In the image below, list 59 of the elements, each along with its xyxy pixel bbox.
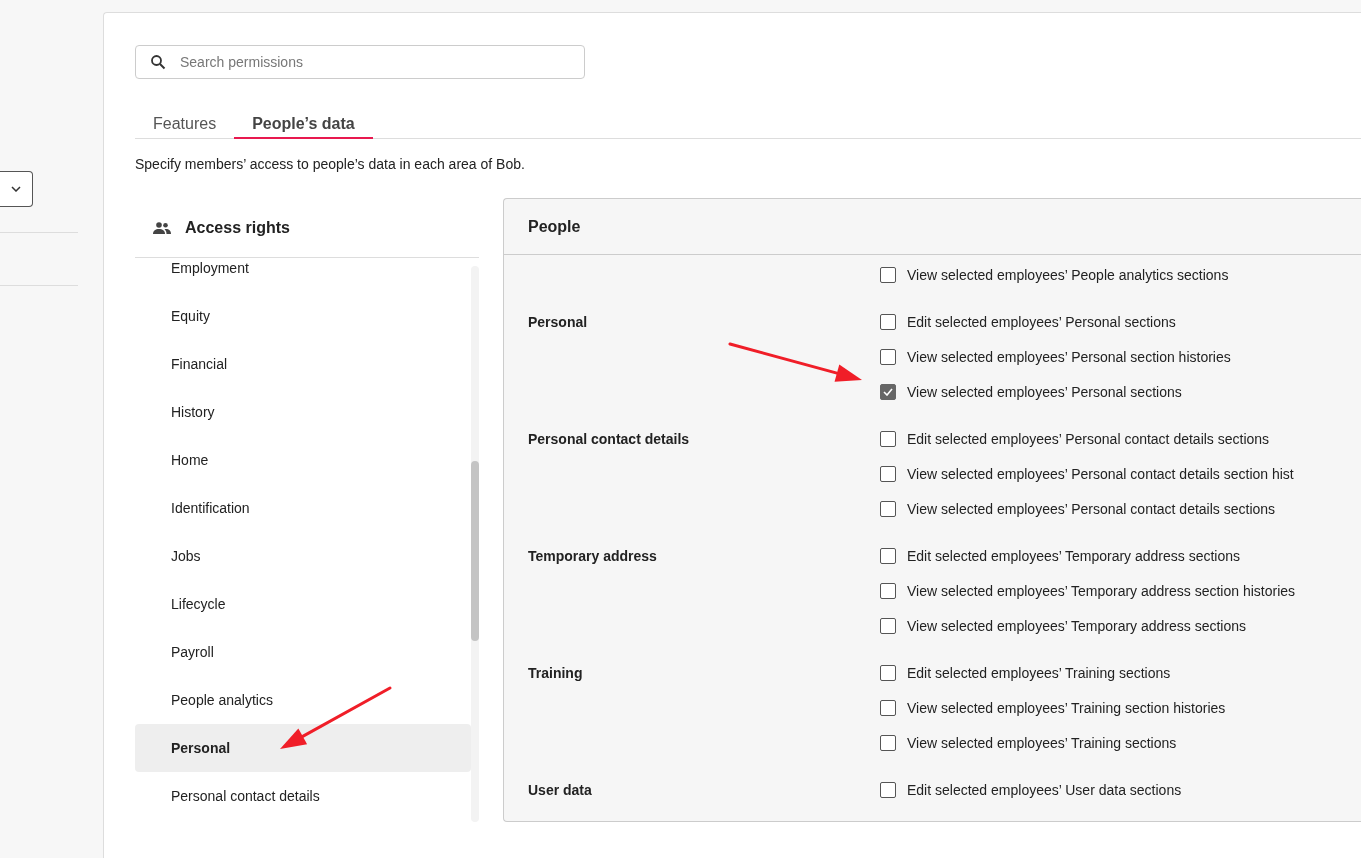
scrollbar-thumb[interactable]: [471, 461, 479, 641]
search-field[interactable]: Search permissions: [135, 45, 585, 79]
section-title: Access rights: [185, 218, 290, 237]
access-right-item[interactable]: Equity: [135, 292, 471, 340]
checkbox[interactable]: [880, 781, 896, 798]
group-label: Training: [527, 663, 584, 683]
permission-option[interactable]: View selected employees’ People analytics sections: [880, 257, 1229, 292]
checkbox[interactable]: [880, 664, 896, 681]
permission-option[interactable]: Edit selected employees’ Training sections: [880, 655, 1226, 690]
search-input[interactable]: Search permissions: [178, 53, 570, 71]
access-right-item[interactable]: Payroll: [135, 628, 471, 676]
checkbox[interactable]: [880, 734, 896, 751]
group-label: Personal contact details: [527, 429, 691, 449]
panel-title: People: [504, 199, 1361, 255]
permission-option[interactable]: View selected employees’ Temporary address section histories: [880, 573, 1296, 608]
access-right-item[interactable]: Financial: [135, 340, 471, 388]
checkbox[interactable]: [880, 699, 896, 716]
chevron-down-icon: [11, 186, 21, 192]
permission-option[interactable]: View selected employees’ Personal contact details sections: [880, 491, 1294, 526]
access-right-item[interactable]: People analytics: [135, 676, 471, 724]
permission-option[interactable]: Edit selected employees’ Personal contact details sections: [880, 421, 1294, 456]
checkbox[interactable]: [880, 266, 896, 283]
group-label: User data: [527, 780, 593, 800]
access-right-item[interactable]: Personal: [135, 724, 471, 772]
access-right-item[interactable]: Home: [135, 436, 471, 484]
description: Specify members’ access to people’s data in each area of Bob.: [135, 156, 526, 172]
access-right-item[interactable]: Jobs: [135, 532, 471, 580]
tab[interactable]: Features: [135, 111, 235, 139]
permission-option[interactable]: View selected employees’ Training sections: [880, 725, 1226, 760]
checkbox[interactable]: [880, 547, 896, 564]
access-right-item[interactable]: History: [135, 388, 471, 436]
access-right-item[interactable]: Employment: [135, 258, 471, 292]
permission-option[interactable]: View selected employees’ Personal sections: [880, 374, 1231, 409]
checkbox[interactable]: [880, 430, 896, 447]
permission-option[interactable]: Edit selected employees’ User data sections: [880, 772, 1182, 807]
checkbox[interactable]: [880, 617, 896, 634]
checkbox[interactable]: [880, 582, 896, 599]
search-icon: [150, 54, 166, 70]
dropdown[interactable]: [0, 171, 33, 207]
permission-option[interactable]: View selected employees’ Personal section histories: [880, 339, 1231, 374]
access-right-item[interactable]: Lifecycle: [135, 580, 471, 628]
checkbox[interactable]: [880, 383, 896, 400]
checkbox[interactable]: [880, 313, 896, 330]
permission-option[interactable]: Edit selected employees’ Personal sections: [880, 304, 1231, 339]
access-right-item[interactable]: Personal contact details: [135, 772, 471, 820]
group-label: Temporary address: [527, 546, 658, 566]
group-label: Personal: [527, 312, 589, 332]
permission-option[interactable]: View selected employees’ Personal contact details section hist: [880, 456, 1294, 491]
tab[interactable]: People’s data: [234, 111, 373, 139]
check-icon: [883, 387, 893, 396]
access-right-item[interactable]: Identification: [135, 484, 471, 532]
checkbox[interactable]: [880, 465, 896, 482]
permission-option[interactable]: View selected employees’ Temporary address sections: [880, 608, 1296, 643]
scrollbar[interactable]: [471, 266, 479, 822]
permission-option[interactable]: Edit selected employees’ Temporary address sections: [880, 538, 1296, 573]
checkbox[interactable]: [880, 348, 896, 365]
people-icon: [153, 221, 171, 234]
checkbox[interactable]: [880, 500, 896, 517]
permission-option[interactable]: View selected employees’ Training section histories: [880, 690, 1226, 725]
